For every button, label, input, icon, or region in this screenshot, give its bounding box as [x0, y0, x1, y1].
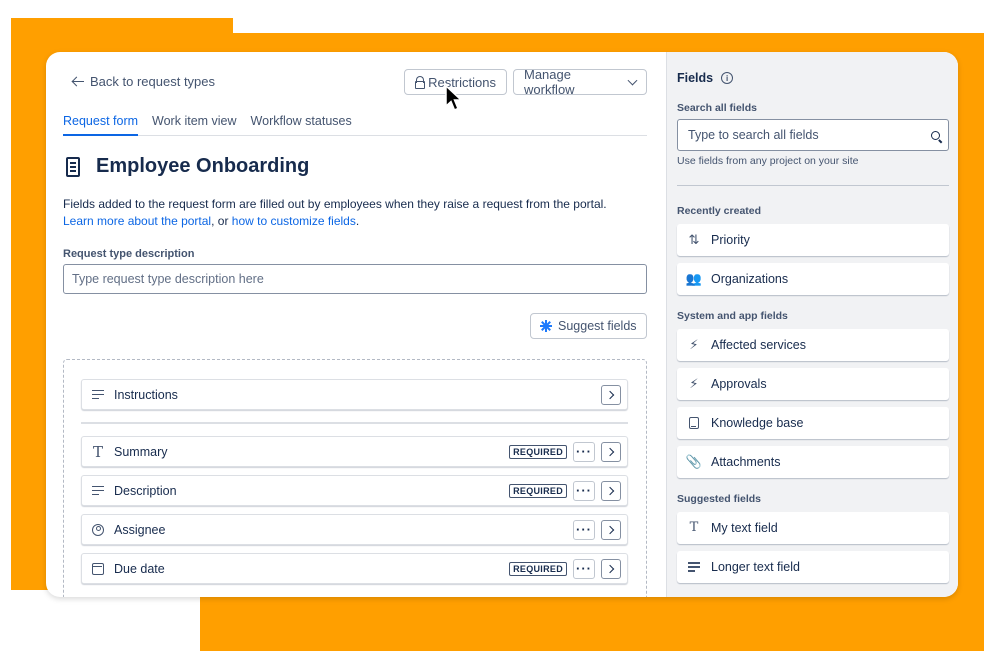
form-field-description[interactable]: Description REQUIRED ···	[81, 475, 628, 506]
tab-bar: Request form Work item view Workflow sta…	[63, 114, 647, 136]
more-options-button[interactable]: ···	[573, 480, 595, 501]
description-text: Fields added to the request form are fil…	[63, 197, 607, 211]
field-item-label: Approvals	[711, 377, 767, 391]
required-badge: REQUIRED	[509, 483, 567, 498]
lines-icon	[687, 562, 701, 572]
more-options-button[interactable]: ···	[573, 441, 595, 462]
text-icon: T	[92, 442, 103, 461]
search-input[interactable]	[686, 127, 931, 143]
page-title: Employee Onboarding	[96, 155, 310, 177]
section-divider	[81, 422, 628, 424]
sparkle-icon	[540, 320, 552, 332]
calendar-icon	[92, 562, 104, 575]
book-icon	[687, 417, 701, 429]
system-fields-label: System and app fields	[677, 310, 788, 322]
field-item-label: Knowledge base	[711, 416, 804, 430]
more-options-button[interactable]: ···	[573, 519, 595, 540]
lines-icon	[92, 389, 104, 400]
manage-workflow-button[interactable]: Manage workflow	[513, 67, 647, 97]
form-field-summary[interactable]: T Summary REQUIRED ···	[81, 436, 628, 467]
field-item-label: Longer text field	[711, 560, 800, 574]
tab-request-form[interactable]: Request form	[63, 114, 139, 136]
chevron-right-icon	[605, 390, 615, 399]
chevron-right-icon	[605, 525, 615, 534]
field-item-label: Priority	[711, 233, 750, 247]
link-end: .	[355, 214, 360, 228]
field-item-label: Organizations	[711, 272, 789, 286]
field-item-affected-services[interactable]: ⚡ Affected services	[677, 329, 949, 361]
people-icon: 👥	[685, 271, 703, 286]
page-description: Fields added to the request form are fil…	[63, 196, 653, 230]
fields-sidebar: Fields i Search all fields Use fields fr…	[666, 52, 958, 597]
form-field-instructions[interactable]: Instructions	[81, 379, 628, 410]
suggest-fields-label: Suggest fields	[558, 319, 637, 333]
description-field-label: Request type description	[63, 248, 195, 260]
open-field-button[interactable]	[601, 480, 621, 501]
open-field-button[interactable]	[601, 558, 621, 579]
more-options-button[interactable]: ···	[573, 558, 595, 579]
search-field[interactable]	[677, 119, 949, 151]
customize-fields-link[interactable]: how to customize fields	[232, 214, 356, 228]
form-field-due-date[interactable]: Due date REQUIRED ···	[81, 553, 628, 584]
field-name: Description	[114, 483, 177, 498]
field-name: Assignee	[114, 522, 166, 537]
request-type-description-input[interactable]	[63, 264, 647, 294]
info-icon[interactable]: i	[721, 72, 734, 84]
lock-icon	[415, 76, 426, 89]
portal-link[interactable]: Learn more about the portal	[63, 214, 211, 228]
recently-created-label: Recently created	[677, 205, 762, 217]
required-badge: REQUIRED	[509, 444, 567, 459]
field-item-label: Attachments	[711, 455, 781, 469]
paperclip-icon: 📎	[685, 454, 703, 469]
chevron-right-icon	[605, 564, 615, 573]
form-field-assignee[interactable]: Assignee ···	[81, 514, 628, 545]
back-link[interactable]: Back to request types	[72, 74, 215, 89]
field-item-label: My text field	[711, 521, 778, 535]
tab-work-item-view[interactable]: Work item view	[152, 114, 237, 135]
open-field-button[interactable]	[601, 519, 621, 540]
arrow-left-icon	[72, 76, 84, 88]
field-item-my-text-field[interactable]: T My text field	[677, 512, 949, 544]
required-badge: REQUIRED	[509, 561, 567, 576]
app-window: Back to request types Restrictions Manag…	[46, 52, 958, 597]
page-header: Employee Onboarding	[66, 155, 309, 178]
field-item-approvals[interactable]: ⚡ Approvals	[677, 368, 949, 400]
field-item-knowledge-base[interactable]: Knowledge base	[677, 407, 949, 439]
sort-icon: ⇅	[688, 232, 700, 247]
search-icon	[931, 130, 940, 140]
search-label: Search all fields	[677, 102, 757, 114]
bolt-icon: ⚡	[689, 337, 699, 352]
open-field-button[interactable]	[601, 384, 621, 405]
tab-workflow-statuses[interactable]: Workflow statuses	[251, 114, 352, 135]
field-item-longer-text-field[interactable]: Longer text field	[677, 551, 949, 583]
document-icon	[66, 156, 80, 177]
person-icon	[92, 523, 104, 536]
sidebar-header: Fields i	[677, 71, 734, 85]
chevron-right-icon	[605, 486, 615, 495]
sidebar-divider	[677, 185, 949, 186]
chevron-down-icon	[627, 75, 638, 86]
field-item-organizations[interactable]: 👥 Organizations	[677, 263, 949, 295]
open-field-button[interactable]	[601, 441, 621, 462]
chevron-right-icon	[605, 447, 615, 456]
field-item-label: Affected services	[711, 338, 806, 352]
sidebar-title: Fields	[677, 71, 714, 85]
back-label: Back to request types	[90, 74, 216, 89]
link-separator: , or	[211, 214, 232, 228]
field-item-attachments[interactable]: 📎 Attachments	[677, 446, 949, 478]
suggested-fields-label: Suggested fields	[677, 493, 762, 505]
bolt-icon: ⚡	[689, 376, 699, 391]
text-icon: T	[689, 520, 699, 535]
request-form-panel: Back to request types Restrictions Manag…	[46, 52, 666, 597]
field-name: Instructions	[114, 387, 178, 402]
field-name: Summary	[114, 444, 168, 459]
mouse-cursor-icon	[445, 85, 463, 111]
field-item-priority[interactable]: ⇅ Priority	[677, 224, 949, 256]
suggest-fields-button[interactable]: Suggest fields	[530, 313, 647, 339]
lines-icon	[92, 485, 104, 496]
search-hint: Use fields from any project on your site	[677, 155, 859, 167]
manage-workflow-label: Manage workflow	[524, 67, 575, 97]
field-name: Due date	[114, 561, 165, 576]
